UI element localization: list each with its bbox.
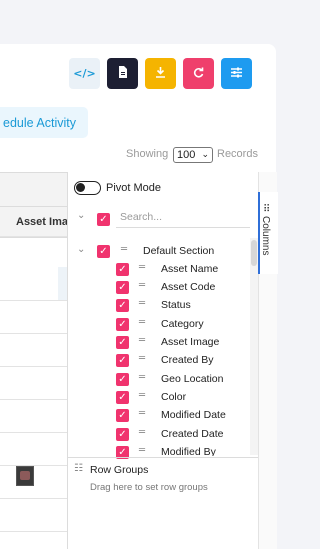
column-item-label: Status [161, 299, 191, 311]
table-cell [58, 267, 67, 300]
column-item-label: Asset Code [161, 281, 216, 293]
check-icon: ✓ [118, 428, 127, 440]
column-search-placeholder: Search... [120, 210, 163, 223]
column-checkbox[interactable]: ✓ [116, 391, 129, 404]
columns-grid-icon: ⠿ [263, 204, 271, 215]
columns-side-tab[interactable]: ⠿ Columns [258, 192, 278, 274]
row-groups-drop-zone[interactable]: Drag here to set row groups [90, 482, 208, 493]
code-icon: </> [73, 67, 96, 80]
records-per-page-select[interactable]: 100 ⌄ [173, 147, 213, 163]
column-checkbox[interactable]: ✓ [116, 318, 129, 331]
select-all-checkbox[interactable]: ✓ [97, 213, 110, 226]
check-icon: ✓ [118, 373, 127, 385]
table-row [0, 366, 67, 367]
chevron-down-icon: ⌄ [201, 149, 209, 159]
table-row [0, 300, 67, 301]
drag-handle-icon[interactable]: ═ [139, 427, 145, 438]
row-groups-title: Row Groups [90, 464, 149, 476]
row-groups-icon: ☷ [74, 463, 83, 474]
panel-divider [67, 457, 258, 458]
drag-handle-icon[interactable]: ═ [139, 353, 145, 364]
drag-handle-icon[interactable]: ═ [139, 298, 145, 309]
sliders-icon [231, 67, 242, 81]
pivot-mode-toggle[interactable] [74, 181, 101, 195]
column-search-input[interactable]: Search... [116, 206, 250, 228]
column-item-label: Color [161, 391, 187, 403]
showing-label: Showing [126, 148, 169, 160]
table-row [0, 498, 67, 499]
column-checkbox[interactable]: ✓ [116, 373, 129, 386]
check-icon: ✓ [118, 336, 127, 348]
column-checkbox[interactable]: ✓ [116, 354, 129, 367]
records-per-page-value: 100 [177, 149, 196, 161]
schedule-activity-label: edule Activity [3, 115, 76, 130]
column-item-label: Created By [161, 354, 214, 366]
download-icon [155, 66, 166, 81]
section-label: Default Section [143, 245, 215, 257]
section-checkbox[interactable]: ✓ [97, 245, 110, 258]
columns-side-tab-label: Columns [260, 216, 271, 256]
check-icon: ✓ [118, 318, 127, 330]
column-item-label: Modified Date [161, 409, 226, 421]
column-list-scrollbar[interactable] [250, 238, 258, 455]
settings-button[interactable] [221, 58, 252, 89]
drag-handle-icon[interactable]: ═ [139, 372, 145, 383]
column-checkbox[interactable]: ✓ [116, 299, 129, 312]
check-icon: ✓ [118, 281, 127, 293]
column-item-label: Category [161, 318, 204, 330]
drag-handle-icon[interactable]: ═ [121, 244, 127, 255]
column-checkbox[interactable]: ✓ [116, 409, 129, 422]
column-checkbox[interactable]: ✓ [116, 336, 129, 349]
drag-handle-icon[interactable]: ═ [139, 390, 145, 401]
export-file-button[interactable] [107, 58, 138, 89]
check-icon: ✓ [118, 409, 127, 421]
asset-thumbnail[interactable] [16, 466, 34, 486]
check-icon: ✓ [118, 354, 127, 366]
column-checkbox[interactable]: ✓ [116, 263, 129, 276]
refresh-button[interactable] [183, 58, 214, 89]
pivot-mode-label: Pivot Mode [106, 182, 162, 194]
check-icon: ✓ [118, 391, 127, 403]
drag-handle-icon[interactable]: ═ [139, 445, 145, 456]
file-icon [118, 66, 128, 81]
check-icon: ✓ [118, 263, 127, 275]
check-icon: ✓ [99, 213, 108, 225]
column-item-label: Geo Location [161, 373, 224, 385]
schedule-activity-button[interactable]: edule Activity [0, 107, 88, 138]
table-row [0, 399, 67, 400]
refresh-icon [193, 67, 204, 81]
column-checkbox[interactable]: ✓ [116, 281, 129, 294]
records-label: Records [217, 148, 258, 160]
chevron-down-icon[interactable]: ⌄ [77, 244, 85, 255]
drag-handle-icon[interactable]: ═ [139, 317, 145, 328]
drag-handle-icon[interactable]: ═ [139, 262, 145, 273]
column-checkbox[interactable]: ✓ [116, 428, 129, 441]
column-header-asset-image[interactable]: Asset Imag [16, 216, 67, 228]
drag-handle-icon[interactable]: ═ [139, 408, 145, 419]
table-row [0, 531, 67, 532]
chevron-down-icon[interactable]: ⌄ [77, 210, 85, 221]
check-icon: ✓ [118, 299, 127, 311]
check-icon: ✓ [118, 446, 127, 458]
column-item-label: Created Date [161, 428, 224, 440]
scrollbar-thumb[interactable] [251, 240, 257, 266]
column-item-label: Asset Name [161, 263, 219, 275]
download-button[interactable] [145, 58, 176, 89]
drag-handle-icon[interactable]: ═ [139, 280, 145, 291]
table-row [0, 432, 67, 433]
code-button[interactable]: </> [69, 58, 100, 89]
drag-handle-icon[interactable]: ═ [139, 335, 145, 346]
table-row [0, 333, 67, 334]
column-item-label: Modified By [161, 446, 216, 456]
check-icon: ✓ [99, 245, 108, 257]
column-item-label: Asset Image [161, 336, 220, 348]
grid-header [0, 172, 67, 238]
table-row [0, 236, 67, 237]
